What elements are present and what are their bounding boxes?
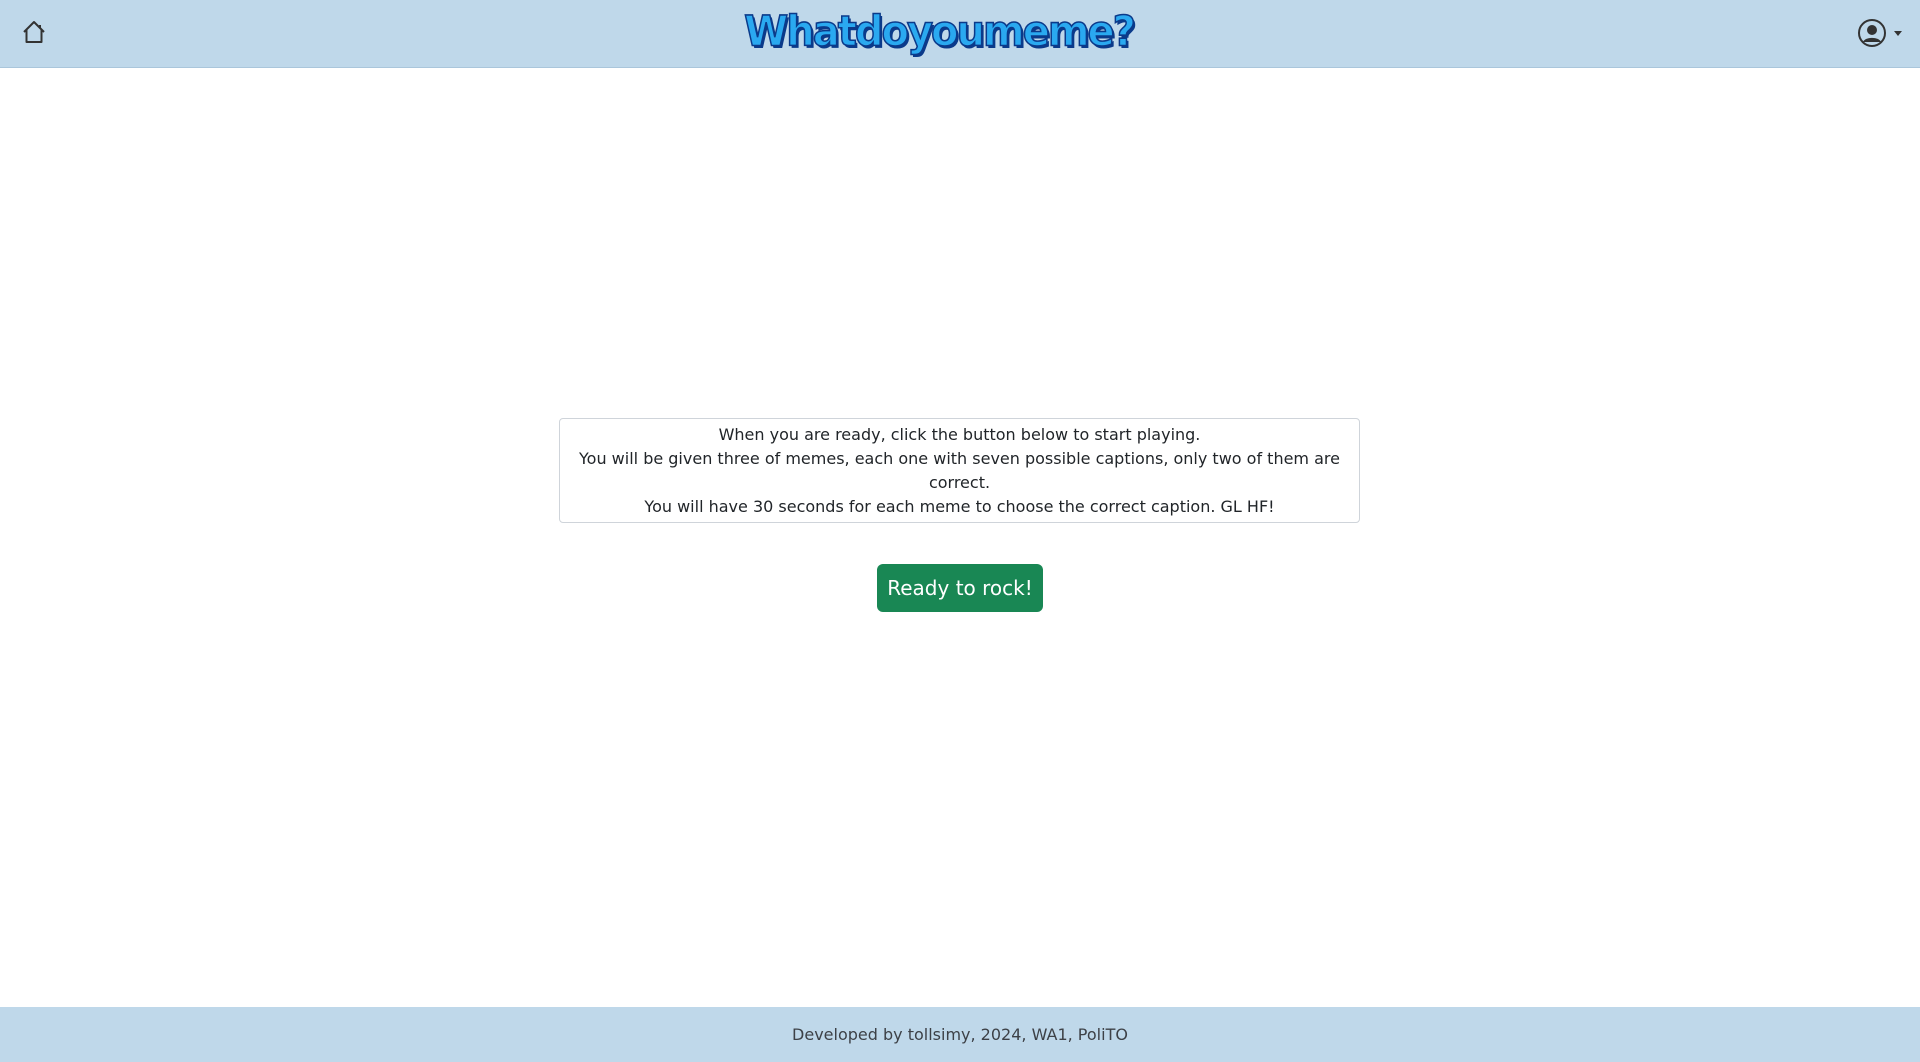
footer-text: Developed by tollsimy, 2024, WA1, PoliTO	[792, 1025, 1128, 1044]
home-button[interactable]	[18, 16, 50, 48]
user-circle-icon	[1858, 19, 1886, 47]
start-game-button[interactable]: Ready to rock!	[877, 564, 1043, 612]
user-menu-toggle[interactable]	[1856, 16, 1902, 50]
logo[interactable]: Whatdoyoumeme?	[743, 6, 1136, 58]
instruction-line: When you are ready, click the button bel…	[718, 424, 1201, 444]
caret-down-icon	[1894, 30, 1902, 36]
instruction-line: You will be given three of memes, each o…	[579, 448, 1340, 492]
navbar: Whatdoyoumeme?	[0, 0, 1920, 68]
home-icon	[23, 21, 45, 43]
footer: Developed by tollsimy, 2024, WA1, PoliTO	[0, 1007, 1920, 1062]
instructions-box: When you are ready, click the button bel…	[559, 418, 1360, 523]
logo-text: Whatdoyoumeme?	[743, 7, 1136, 57]
page: Whatdoyoumeme? When you are ready, click…	[0, 0, 1920, 1062]
instruction-line: You will have 30 seconds for each meme t…	[644, 496, 1275, 516]
